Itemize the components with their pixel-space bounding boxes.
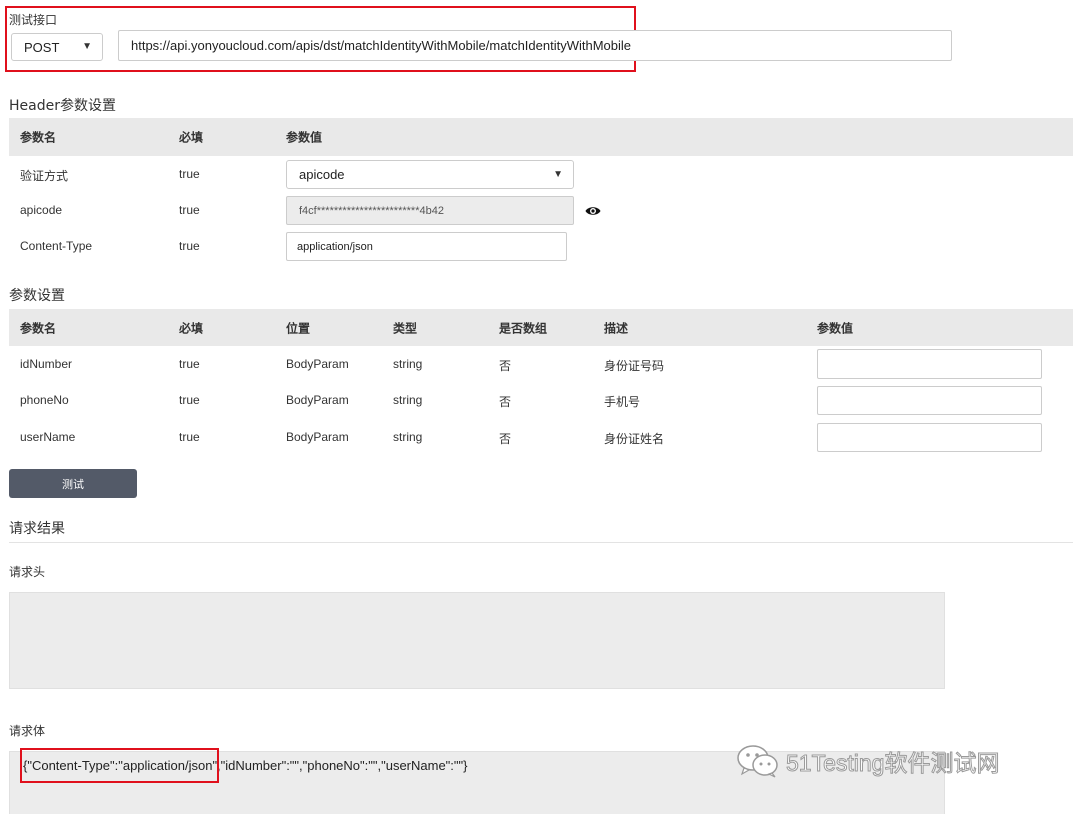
param-description: 身份证号码	[604, 359, 665, 373]
request-header-panel	[9, 592, 945, 689]
auth-method-select[interactable]: apicode ▼	[286, 160, 574, 189]
param-position: BodyParam	[286, 430, 349, 444]
chevron-down-icon: ▼	[82, 40, 92, 52]
param-position: BodyParam	[286, 393, 349, 407]
header-row-name: 验证方式	[20, 169, 69, 183]
param-name: userName	[20, 430, 76, 444]
header-row-name: apicode	[20, 203, 63, 217]
request-body-label: 请求体	[9, 724, 46, 738]
param-required: true	[179, 357, 200, 371]
test-button[interactable]: 测试	[9, 469, 137, 498]
endpoint-section-label: 测试接口	[9, 13, 58, 27]
username-input[interactable]	[817, 423, 1042, 452]
apicode-value: f4cf************************4b42	[299, 204, 444, 217]
col-param-value: 参数值	[817, 321, 854, 335]
col-required: 必填	[179, 130, 204, 145]
header-row-required: true	[179, 203, 200, 217]
param-description: 手机号	[604, 395, 641, 409]
body-highlight-box	[20, 748, 219, 783]
eye-icon[interactable]	[585, 203, 601, 217]
param-type: string	[393, 357, 423, 371]
method-select[interactable]: POST ▼	[11, 33, 103, 61]
param-type: string	[393, 393, 423, 407]
param-is-array: 否	[499, 432, 512, 446]
header-table-head: 参数名 必填 参数值	[9, 118, 1073, 156]
header-settings-title: Header参数设置	[9, 98, 116, 114]
param-required: true	[179, 393, 200, 407]
col-required: 必填	[179, 321, 204, 335]
col-position: 位置	[286, 321, 311, 335]
apicode-input[interactable]: f4cf************************4b42	[286, 196, 574, 225]
wechat-icon	[736, 744, 780, 778]
col-description: 描述	[604, 321, 629, 335]
method-select-value: POST	[24, 39, 60, 55]
phoneno-input[interactable]	[817, 386, 1042, 415]
url-input-value: https://api.yonyoucloud.com/apis/dst/mat…	[131, 38, 632, 53]
param-required: true	[179, 430, 200, 444]
content-type-value: application/json	[297, 240, 373, 253]
divider	[9, 542, 1073, 543]
col-type: 类型	[393, 321, 418, 335]
param-position: BodyParam	[286, 357, 349, 371]
param-name: idNumber	[20, 357, 73, 371]
idnumber-input[interactable]	[817, 349, 1042, 379]
param-table-head: 参数名 必填 位置 类型 是否数组 描述 参数值	[9, 309, 1073, 346]
watermark: 51Testing软件测试网	[736, 744, 1000, 778]
header-row-name: Content-Type	[20, 239, 93, 253]
col-param-name: 参数名	[20, 130, 57, 145]
param-settings-title: 参数设置	[9, 288, 65, 304]
header-row-required: true	[179, 239, 200, 253]
param-name: phoneNo	[20, 393, 69, 407]
request-header-label: 请求头	[9, 565, 46, 579]
col-param-value: 参数值	[286, 130, 323, 145]
header-row-required: true	[179, 167, 200, 181]
auth-method-value: apicode	[299, 167, 345, 182]
param-is-array: 否	[499, 395, 512, 409]
url-input[interactable]: https://api.yonyoucloud.com/apis/dst/mat…	[118, 30, 952, 61]
col-param-name: 参数名	[20, 321, 57, 335]
watermark-text: 51Testing软件测试网	[785, 750, 1000, 777]
param-is-array: 否	[499, 359, 512, 373]
param-type: string	[393, 430, 423, 444]
chevron-down-icon: ▼	[553, 168, 563, 180]
content-type-input[interactable]: application/json	[286, 232, 567, 261]
param-description: 身份证姓名	[604, 432, 665, 446]
result-title: 请求结果	[9, 521, 65, 537]
request-body-text: ,"idNumber":"","phoneNo":"","userName":"…	[217, 758, 468, 773]
col-is-array: 是否数组	[499, 321, 548, 335]
